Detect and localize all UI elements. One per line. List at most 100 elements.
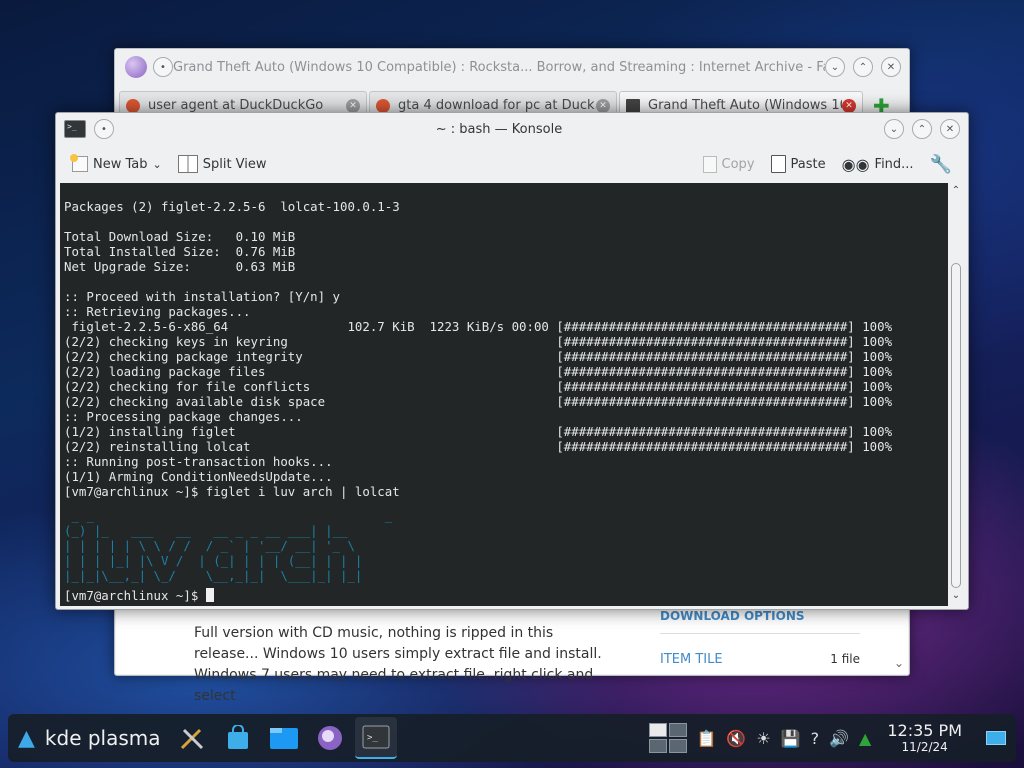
menu-button[interactable]: 🔧 bbox=[924, 150, 958, 179]
terminal-line: figlet-2.2.5-6-x86_64 102.7 KiB 1223 KiB… bbox=[64, 319, 893, 334]
chevron-down-icon[interactable]: ⌄ bbox=[153, 158, 162, 171]
terminal-line: Packages (2) figlet-2.2.5-6 lolcat-100.0… bbox=[64, 199, 400, 214]
terminal-line: (1/1) Arming ConditionNeedsUpdate... bbox=[64, 469, 333, 484]
show-desktop-icon[interactable] bbox=[986, 731, 1006, 745]
terminal-output: Packages (2) figlet-2.2.5-6 lolcat-100.0… bbox=[64, 199, 892, 499]
svg-text:>_: >_ bbox=[367, 733, 378, 743]
konsole-minimize-button[interactable]: ⌄ bbox=[884, 119, 904, 139]
network-up-icon[interactable]: ▲ bbox=[859, 729, 871, 748]
new-tab-button[interactable]: New Tab ⌄ bbox=[66, 152, 168, 176]
duckduckgo-icon bbox=[126, 98, 140, 113]
page-scrollbar[interactable] bbox=[894, 617, 904, 670]
item-tile-row[interactable]: ITEM TILE 1 file bbox=[660, 634, 860, 667]
terminal-icon: >_ bbox=[362, 725, 390, 749]
konsole-pin-button[interactable]: • bbox=[94, 119, 114, 139]
konsole-titlebar[interactable]: >_ • ~ : bash — Konsole ⌄ ⌃ ✕ bbox=[56, 113, 968, 145]
konsole-task[interactable]: >_ bbox=[354, 717, 397, 759]
falkon-titlebar[interactable]: • Grand Theft Auto (Windows 10 Compatibl… bbox=[115, 49, 909, 85]
clock-time: 12:35 PM bbox=[887, 721, 962, 740]
konsole-close-button[interactable]: ✕ bbox=[940, 119, 960, 139]
help-icon[interactable]: ? bbox=[811, 729, 820, 748]
falkon-page-content: Full version with CD music, nothing is r… bbox=[116, 609, 908, 704]
terminal-line: :: Processing package changes... bbox=[64, 409, 303, 424]
tab-label: gta 4 download for pc at Duck... bbox=[398, 98, 596, 113]
tab-close-icon[interactable]: ✕ bbox=[596, 98, 610, 113]
application-launcher[interactable]: ▲ kde plasma bbox=[18, 726, 169, 751]
terminal-line: (2/2) reinstalling lolcat [#############… bbox=[64, 439, 893, 454]
volume-icon[interactable]: 🔊 bbox=[829, 729, 849, 748]
falkon-minimize-button[interactable]: ⌄ bbox=[825, 57, 845, 77]
konsole-toolbar: New Tab ⌄ Split View Copy Paste ◉◉ Find.… bbox=[56, 145, 968, 183]
terminal-line: :: Running post-transaction hooks... bbox=[64, 454, 333, 469]
falkon-maximize-button[interactable]: ⌃ bbox=[853, 57, 873, 77]
falkon-window-title: Grand Theft Auto (Windows 10 Compatible)… bbox=[173, 59, 825, 75]
new-tab-icon bbox=[70, 154, 88, 172]
paste-icon bbox=[770, 155, 786, 173]
item-tile-count: 1 file bbox=[830, 652, 860, 666]
brightness-icon[interactable]: ☀ bbox=[756, 729, 770, 748]
clipboard-icon[interactable]: 📋 bbox=[697, 729, 717, 748]
konsole-window-title: ~ : bash — Konsole bbox=[435, 121, 563, 137]
copy-button[interactable]: Copy bbox=[697, 152, 761, 177]
paste-label: Paste bbox=[790, 156, 826, 172]
split-view-label: Split View bbox=[202, 156, 267, 172]
find-label: Find... bbox=[874, 156, 914, 172]
folder-icon bbox=[269, 728, 298, 749]
split-view-button[interactable]: Split View bbox=[172, 151, 273, 177]
volume-muted-icon[interactable]: 🔇 bbox=[726, 729, 746, 748]
scrollbar-thumb[interactable] bbox=[951, 263, 961, 588]
scroll-up-arrow-icon[interactable]: ⌃ bbox=[948, 185, 964, 199]
terminal-line: :: Proceed with installation? [Y/n] y bbox=[64, 289, 341, 304]
digital-clock[interactable]: 12:35 PM 11/2/24 bbox=[887, 721, 962, 755]
taskbar-panel: ▲ kde plasma >_ 📋 🔇 ☀ 💾 ? 🔊 ▲ 12:35 PM 1… bbox=[8, 714, 1016, 762]
tab-close-icon[interactable]: ✕ bbox=[842, 98, 856, 113]
scroll-down-arrow-icon[interactable]: ⌄ bbox=[948, 590, 964, 604]
terminal-line: (2/2) checking keys in keyring [########… bbox=[64, 334, 893, 349]
find-button[interactable]: ◉◉ Find... bbox=[836, 151, 920, 178]
discover-task[interactable] bbox=[217, 717, 259, 759]
terminal-line: Total Download Size: 0.10 MiB bbox=[64, 229, 296, 244]
terminal-line: Total Installed Size: 0.76 MiB bbox=[64, 244, 296, 259]
terminal-line: (2/2) loading package files [###########… bbox=[64, 364, 893, 379]
save-disk-icon[interactable]: 💾 bbox=[781, 729, 801, 748]
falkon-icon bbox=[317, 726, 342, 750]
falkon-pin-button[interactable]: • bbox=[153, 57, 173, 77]
terminal-display[interactable]: Packages (2) figlet-2.2.5-6 lolcat-100.0… bbox=[60, 183, 948, 606]
dolphin-task[interactable] bbox=[263, 717, 305, 759]
tab-label: Grand Theft Auto (Windows 10... bbox=[648, 98, 842, 113]
terminal-line: :: Retrieving packages... bbox=[64, 304, 251, 319]
launcher-label: kde plasma bbox=[44, 726, 161, 750]
binoculars-icon: ◉◉ bbox=[841, 154, 870, 174]
paste-button[interactable]: Paste bbox=[765, 151, 832, 177]
settings-tools-icon bbox=[180, 728, 203, 750]
wrench-icon: 🔧 bbox=[929, 153, 952, 175]
terminal-line: (2/2) checking available disk space [###… bbox=[64, 394, 893, 409]
terminal-line: Net Upgrade Size: 0.63 MiB bbox=[64, 259, 296, 274]
arch-logo-icon: ▲ bbox=[18, 725, 35, 751]
falkon-close-button[interactable]: ✕ bbox=[881, 57, 901, 77]
terminal-line: (2/2) checking package integrity [######… bbox=[64, 349, 893, 364]
terminal-line: (1/2) installing figlet [###############… bbox=[64, 424, 893, 439]
konsole-maximize-button[interactable]: ⌃ bbox=[912, 119, 932, 139]
terminal-cursor bbox=[205, 588, 214, 602]
scrollbar-track[interactable] bbox=[951, 201, 961, 588]
tab-close-icon[interactable]: ✕ bbox=[346, 98, 360, 113]
falkon-task[interactable] bbox=[309, 717, 351, 759]
terminal-prompt-line[interactable]: [vm7@archlinux ~]$ bbox=[64, 588, 214, 603]
copy-icon bbox=[702, 155, 717, 173]
terminal-prompt: [vm7@archlinux ~]$ bbox=[64, 588, 206, 603]
terminal-line: [vm7@archlinux ~]$ figlet i luv arch | l… bbox=[64, 484, 400, 499]
konsole-window[interactable]: >_ • ~ : bash — Konsole ⌄ ⌃ ✕ New Tab ⌄ … bbox=[55, 112, 969, 610]
split-view-icon bbox=[177, 155, 198, 173]
terminal-line: (2/2) checking for file conflicts [#####… bbox=[64, 379, 893, 394]
new-tab-label: New Tab bbox=[93, 156, 148, 172]
terminal-scrollbar[interactable]: ⌃ ⌄ bbox=[948, 183, 964, 606]
virtual-desktop-pager[interactable] bbox=[648, 723, 687, 753]
item-tile-link[interactable]: ITEM TILE bbox=[660, 652, 723, 667]
shopping-bag-icon bbox=[227, 725, 248, 749]
system-settings-task[interactable] bbox=[171, 717, 213, 759]
falkon-logo-icon bbox=[125, 56, 147, 78]
tab-label: user agent at DuckDuckGo bbox=[148, 98, 324, 113]
